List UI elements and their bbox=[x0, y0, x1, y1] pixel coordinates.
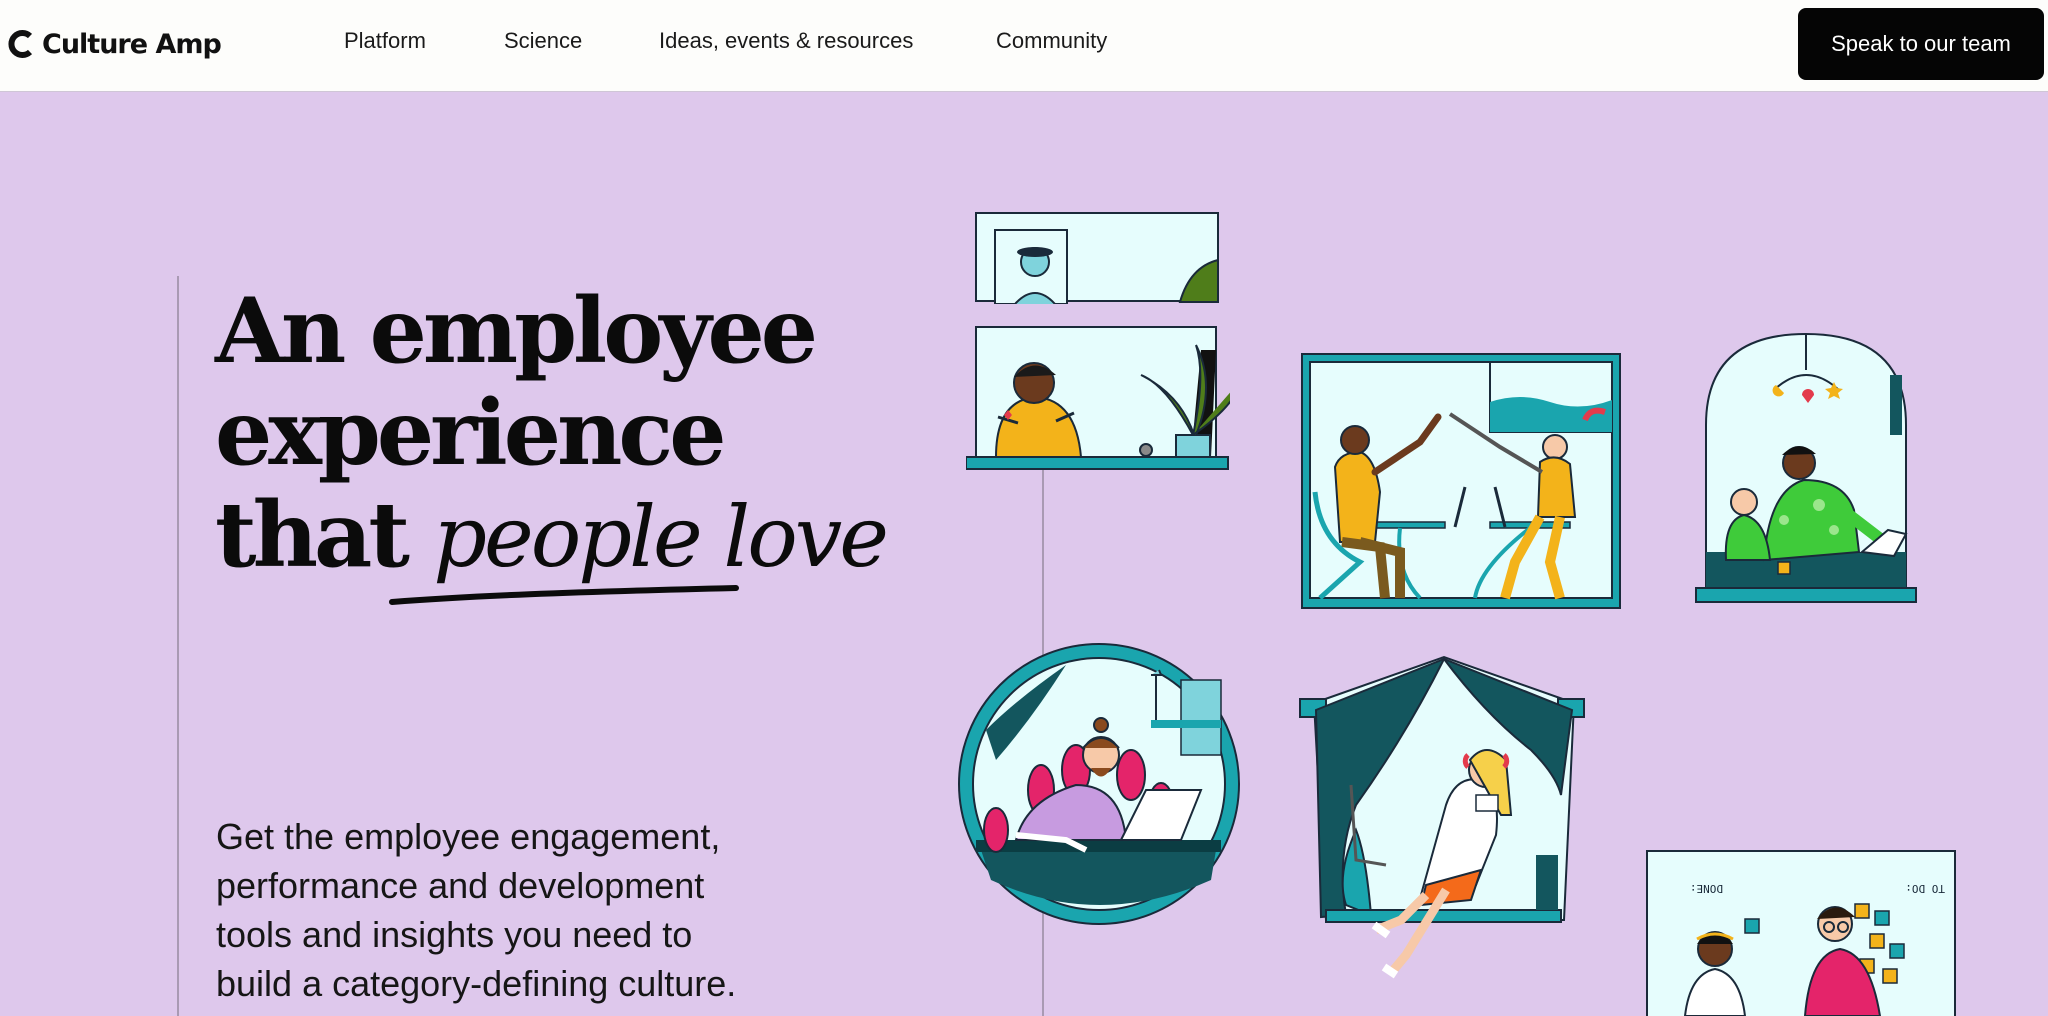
hero-divider-line bbox=[177, 276, 179, 1016]
portrait-window-illustration bbox=[975, 212, 1219, 304]
hero-subtitle: Get the employee engagement, performance… bbox=[216, 812, 836, 1008]
subtitle-line: Get the employee engagement, bbox=[216, 816, 721, 857]
subtitle-line: performance and development bbox=[216, 865, 705, 906]
script-underline-decoration bbox=[389, 585, 739, 605]
self-hug-window-illustration bbox=[966, 326, 1230, 470]
headline-that: that bbox=[215, 482, 410, 588]
headphones-reading-window-illustration bbox=[1299, 655, 1585, 979]
top-navigation: Culture Amp Platform Science Ideas, even… bbox=[0, 0, 2048, 92]
todo-done-board-illustration: TO DO: DONE: bbox=[1646, 850, 1956, 1016]
high-five-window-illustration bbox=[1301, 353, 1621, 609]
brand-name: Culture Amp bbox=[42, 28, 222, 60]
nav-item-science[interactable]: Science bbox=[504, 28, 582, 54]
culture-amp-logo-icon bbox=[8, 30, 33, 58]
brand-logo[interactable]: Culture Amp bbox=[8, 26, 222, 62]
headline-line-2: experience bbox=[215, 380, 726, 486]
nav-item-platform[interactable]: Platform bbox=[344, 28, 426, 54]
subtitle-line: build a category-defining culture. bbox=[216, 963, 737, 1004]
subtitle-line: tools and insights you need to bbox=[216, 914, 693, 955]
nav-item-ideas-events-resources[interactable]: Ideas, events & resources bbox=[659, 28, 913, 54]
done-label: DONE: bbox=[1690, 882, 1723, 895]
headline-script-people-love: people love bbox=[433, 488, 889, 586]
thinking-person-round-window-illustration bbox=[958, 643, 1240, 925]
nav-item-community[interactable]: Community bbox=[996, 28, 1107, 54]
headline-line-3: that people love bbox=[215, 482, 889, 588]
headline-line-1: An employee bbox=[215, 278, 818, 384]
speak-to-team-button[interactable]: Speak to our team bbox=[1798, 8, 2044, 80]
todo-label: TO DO: bbox=[1905, 882, 1945, 895]
hero-headline: An employee experience that people love bbox=[215, 278, 889, 588]
parent-with-baby-window-illustration bbox=[1695, 332, 1917, 603]
